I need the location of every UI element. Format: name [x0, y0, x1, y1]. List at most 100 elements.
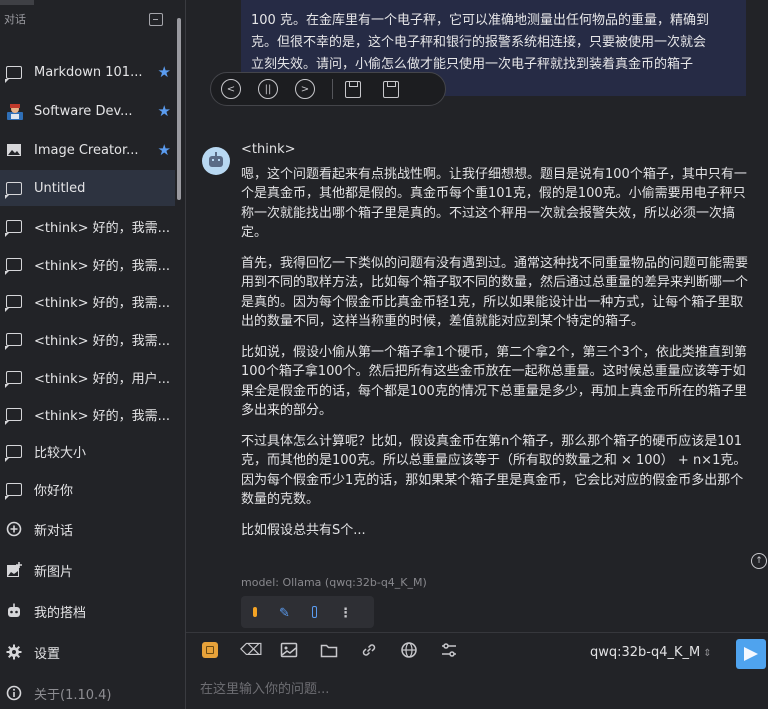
sliders-icon[interactable]	[440, 641, 458, 659]
chat-icon	[5, 407, 22, 425]
next-icon[interactable]: >	[295, 79, 315, 99]
star-icon[interactable]: ★	[158, 141, 171, 159]
chat-icon	[5, 65, 22, 83]
about-button[interactable]: 关于(1.10.4)	[0, 675, 175, 709]
assistant-avatar	[202, 147, 230, 175]
sidebar-item-hello[interactable]: 你好你	[0, 471, 175, 507]
user-message-line: 100 克。在金库里有一个电子秤，它可以准确地测量出任何物品的重量，精确到	[251, 13, 709, 28]
chat-icon	[5, 482, 22, 500]
info-icon	[6, 685, 22, 701]
sidebar-item-chat[interactable]: <think> 好的，我需...	[0, 246, 175, 282]
more-icon[interactable]: ⋮	[339, 606, 352, 621]
sidebar: 对话 Markdown 101... ★ Software Dev... ★ I…	[0, 0, 185, 709]
reply-paragraph: 不过具体怎么计算呢？比如，假设真金币在第n个箱子，那么那个箱子的硬币应该是101…	[241, 433, 747, 508]
sidebar-item-chat[interactable]: <think> 好的，我需...	[0, 208, 175, 244]
input-area: ⌫ qwq:32b-q4_K_M ⇕	[186, 632, 768, 709]
think-tag: <think>	[241, 142, 296, 157]
globe-icon[interactable]	[400, 641, 418, 659]
plus-circle-icon	[6, 521, 22, 537]
reply-paragraph: 比如假设总共有S个...	[241, 522, 366, 538]
reply-paragraph: 比如说，假设小偷从第一个箱子拿1个硬币，第二个拿2个，第三个3个，依此类推直到第…	[241, 344, 747, 419]
new-image-label: 新图片	[34, 564, 74, 580]
sidebar-item-label: <think> 好的，我需...	[34, 220, 171, 236]
message-floating-toolbar: < || >	[210, 72, 446, 106]
scroll-to-bottom-icon[interactable]: ↑	[751, 553, 767, 569]
new-chat-label: 新对话	[34, 523, 74, 539]
assistant-message: <think> 嗯，这个问题看起来有点挑战性啊。让我仔细想想。题目是说有100个…	[241, 140, 751, 551]
stop-icon[interactable]	[253, 607, 257, 617]
sidebar-item-chat[interactable]: <think> 好的，我需...	[0, 321, 175, 357]
folder-icon[interactable]	[320, 641, 338, 659]
section-title: 对话	[4, 13, 26, 26]
sidebar-item-software-dev[interactable]: Software Dev... ★	[0, 93, 175, 129]
image-icon[interactable]	[280, 641, 298, 659]
star-icon[interactable]: ★	[158, 102, 171, 120]
sidebar-item-label: <think> 好的，我需...	[34, 408, 171, 424]
sidebar-item-untitled[interactable]: Untitled	[0, 170, 175, 206]
chat-icon	[5, 444, 22, 462]
developer-avatar-icon	[6, 103, 23, 120]
save-all-icon[interactable]	[383, 80, 399, 98]
user-message-line: 克。但很不幸的是，这个电子秤和银行的报警系统相连接，只要被使用一次就会	[251, 35, 707, 50]
robot-icon	[209, 151, 223, 167]
toolbar-separator	[332, 79, 333, 99]
sidebar-item-label: <think> 好的，用户...	[34, 371, 171, 387]
sidebar-item-label: Software Dev...	[34, 103, 133, 119]
sidebar-item-label: <think> 好的，我需...	[34, 295, 171, 311]
star-icon[interactable]: ★	[158, 63, 171, 81]
reply-paragraph: 首先，我得回忆一下类似的问题有没有遇到过。通常这种找不同重量物品的问题可能需要用…	[241, 255, 749, 330]
sidebar-item-chat[interactable]: <think> 好的，我需...	[0, 283, 175, 319]
prompt-icon[interactable]	[202, 642, 218, 658]
edit-icon[interactable]: ✎	[279, 606, 290, 621]
eraser-icon[interactable]: ⌫	[240, 641, 263, 659]
my-copilots-button[interactable]: 我的搭档	[0, 593, 175, 629]
sidebar-item-label: 你好你	[34, 483, 74, 499]
message-input[interactable]	[200, 677, 730, 701]
send-button[interactable]	[736, 639, 766, 669]
archive-icon[interactable]	[149, 12, 163, 26]
pause-icon[interactable]: ||	[258, 79, 278, 99]
new-chat-button[interactable]: 新对话	[0, 511, 175, 547]
chat-icon	[5, 219, 22, 237]
link-icon[interactable]	[360, 641, 378, 659]
my-copilots-label: 我的搭档	[34, 605, 87, 621]
image-icon	[6, 142, 22, 158]
sidebar-item-label: Untitled	[34, 180, 86, 196]
chat-icon	[5, 370, 22, 388]
sidebar-item-markdown[interactable]: Markdown 101... ★	[0, 54, 175, 90]
sidebar-header: 对话	[0, 0, 185, 38]
model-selector[interactable]: qwq:32b-q4_K_M ⇕	[590, 645, 712, 660]
gear-icon	[6, 644, 22, 660]
chat-icon	[5, 294, 22, 312]
chat-icon	[5, 181, 22, 199]
add-photo-icon	[6, 562, 22, 578]
sidebar-item-label: <think> 好的，我需...	[34, 333, 171, 349]
model-label: model: Ollama (qwq:32b-q4_K_M)	[241, 576, 427, 589]
robot-icon	[6, 603, 22, 619]
copy-icon[interactable]	[311, 606, 317, 618]
about-label: 关于(1.10.4)	[34, 687, 112, 703]
new-image-button[interactable]: 新图片	[0, 552, 175, 588]
save-icon[interactable]	[345, 80, 361, 98]
chat-main: 100 克。在金库里有一个电子秤，它可以准确地测量出任何物品的重量，精确到 克。…	[186, 0, 768, 709]
sidebar-scrollbar[interactable]	[177, 18, 181, 200]
sidebar-item-label: Image Creator...	[34, 142, 139, 158]
input-toolbar: ⌫	[202, 641, 480, 659]
previous-icon[interactable]: <	[221, 79, 241, 99]
sidebar-item-compare[interactable]: 比较大小	[0, 433, 175, 469]
sidebar-item-chat[interactable]: <think> 好的，我需...	[0, 396, 175, 432]
settings-button[interactable]: 设置	[0, 634, 175, 670]
settings-label: 设置	[34, 646, 61, 662]
chat-icon	[5, 257, 22, 275]
message-actions: ✎ ⋮	[241, 596, 374, 628]
chevron-updown-icon: ⇕	[703, 648, 712, 659]
sidebar-item-chat[interactable]: <think> 好的，用户...	[0, 359, 175, 395]
sidebar-top-strip	[0, 0, 34, 5]
sidebar-item-label: <think> 好的，我需...	[34, 258, 171, 274]
sidebar-item-image-creator[interactable]: Image Creator... ★	[0, 132, 175, 168]
reply-paragraph: 嗯，这个问题看起来有点挑战性啊。让我仔细想想。题目是说有100个箱子，其中只有一…	[241, 166, 747, 241]
chat-icon	[5, 332, 22, 350]
model-selector-label: qwq:32b-q4_K_M	[590, 645, 701, 660]
sidebar-item-label: Markdown 101...	[34, 64, 143, 80]
sidebar-item-label: 比较大小	[34, 445, 87, 461]
